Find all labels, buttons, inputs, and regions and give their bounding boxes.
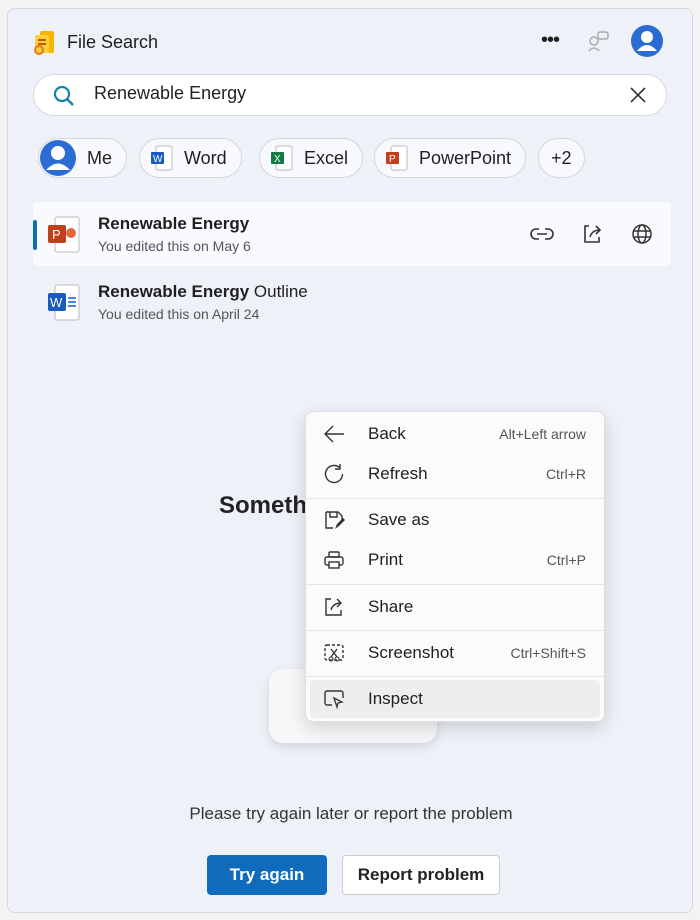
filter-label: PowerPoint [419,147,512,168]
avatar-icon [40,140,76,176]
menu-item-screenshot[interactable]: Screenshot Ctrl+Shift+S [310,634,600,672]
clear-search-icon[interactable] [628,85,648,105]
file-search-window: File Search ••• Me W Word X Excel P Powe… [7,8,693,913]
search-box [33,74,667,116]
filter-label: Excel [304,147,349,168]
search-input[interactable] [94,83,574,104]
menu-divider [306,630,604,631]
powerpoint-icon: P [386,145,408,171]
menu-label: Refresh [368,464,428,483]
file-search-logo-icon [34,31,54,55]
filter-me[interactable]: Me [38,138,128,178]
menu-shortcut: Ctrl+Shift+S [510,645,586,661]
avatar-icon[interactable] [631,25,663,57]
menu-item-refresh[interactable]: Refresh Ctrl+R [310,455,600,493]
menu-item-back[interactable]: Back Alt+Left arrow [310,415,600,453]
filter-powerpoint[interactable]: P PowerPoint [374,138,527,178]
menu-label: Save as [368,510,430,529]
filter-word[interactable]: W Word [139,138,242,178]
svg-text:P: P [52,227,61,242]
refresh-icon [324,464,344,484]
result-subtitle: You edited this on April 24 [98,306,260,322]
menu-shortcut: Alt+Left arrow [499,426,586,442]
filter-label: +2 [551,147,572,168]
context-menu: Back Alt+Left arrow Refresh Ctrl+R Save as… [305,411,605,722]
back-arrow-icon [324,425,344,443]
menu-shortcut: Ctrl+R [545,466,586,482]
menu-divider [306,676,604,677]
filter-more[interactable]: +2 [538,138,585,178]
result-title: Renewable Energy [98,214,250,233]
save-as-icon [325,511,345,529]
svg-text:P: P [389,154,396,165]
more-icon[interactable]: ••• [541,29,560,52]
result-row[interactable]: W Renewable Energy Outline You edited th… [33,270,671,334]
try-again-button[interactable]: Try again [207,855,327,895]
report-problem-button[interactable]: Report problem [342,855,500,895]
result-row[interactable]: P Renewable Energy You edited this on Ma… [33,202,671,266]
filter-label: Me [87,147,113,168]
error-message: Please try again later or report the pro… [189,804,513,823]
result-subtitle: You edited this on May 6 [98,238,251,254]
menu-item-save-as[interactable]: Save as [310,501,600,539]
result-title: Renewable Energy Outline [98,282,308,301]
share-icon[interactable] [581,223,603,245]
svg-text:W: W [153,154,163,165]
menu-label: Share [368,597,414,616]
search-icon [53,85,74,106]
screenshot-icon [324,644,344,662]
svg-text:W: W [50,295,63,310]
menu-divider [306,498,604,499]
menu-label: Screenshot [368,643,454,662]
inspect-icon [324,690,344,710]
powerpoint-file-icon: P [48,216,80,253]
menu-shortcut: Ctrl+P [546,552,586,568]
print-icon [324,551,344,569]
feedback-icon[interactable] [586,29,610,53]
menu-item-print[interactable]: Print Ctrl+P [310,541,600,579]
filter-label: Word [184,147,227,168]
menu-label: Print [368,550,403,569]
selection-indicator [33,220,37,250]
word-icon: W [151,145,173,171]
copy-link-icon[interactable] [530,224,554,244]
menu-item-inspect[interactable]: Inspect [310,680,600,718]
share-icon [325,598,342,616]
menu-label: Inspect [368,689,423,708]
globe-icon[interactable] [631,223,653,245]
app-title: File Search [67,32,159,52]
excel-icon: X [271,145,293,171]
filter-excel[interactable]: X Excel [259,138,364,178]
word-file-icon: W [48,284,80,321]
svg-text:X: X [274,154,281,165]
menu-label: Back [368,424,406,443]
menu-item-share[interactable]: Share [310,588,600,626]
menu-divider [306,584,604,585]
